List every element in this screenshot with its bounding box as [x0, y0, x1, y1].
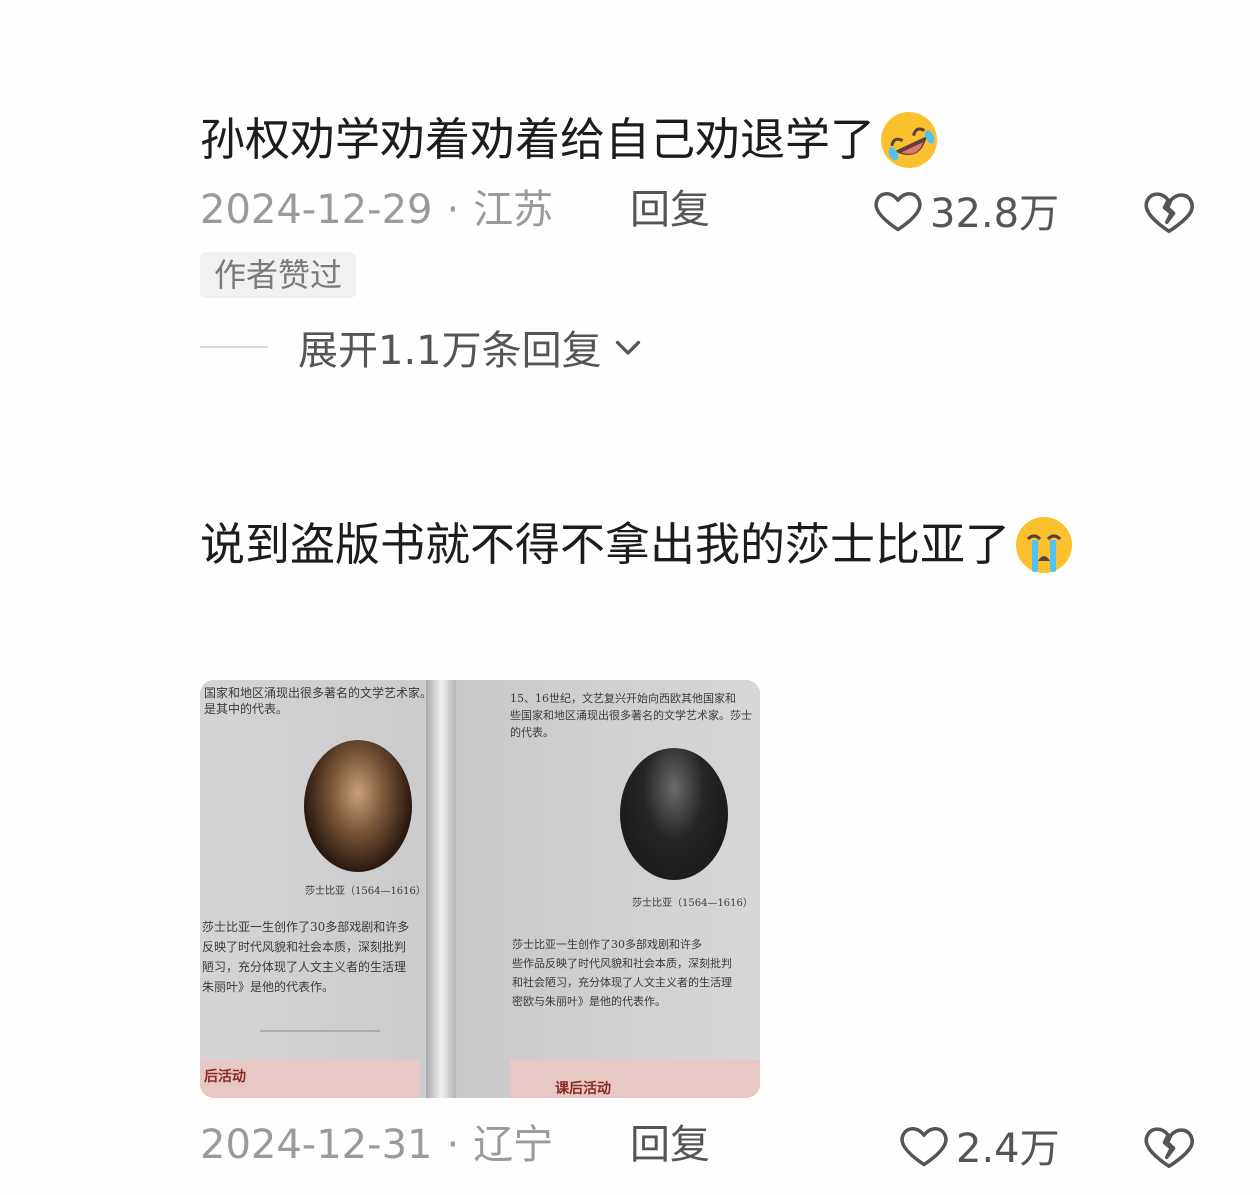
like-count: 2.4万 — [956, 1126, 1060, 1172]
shakespeare-portrait — [304, 740, 412, 872]
activity-banner — [510, 1060, 760, 1098]
heart-icon — [874, 192, 922, 232]
comment-text: 说到盗版书就不得不拿出我的莎士比亚了 — [200, 518, 1011, 571]
portrait-caption: 莎士比亚（1564—1616） — [632, 898, 753, 909]
activity-banner-label: 后活动 — [204, 1069, 246, 1085]
book-page-right — [444, 680, 760, 1098]
shakespeare-portrait-pirated — [620, 748, 728, 880]
comment-text-row: 说到盗版书就不得不拿出我的莎士比亚了 — [200, 505, 1200, 585]
page-text-line: 莎士比亚一生创作了30多部戏剧和许多 — [512, 938, 702, 951]
chevron-down-icon — [615, 340, 640, 355]
page-text-line: 的代表。 — [510, 726, 554, 739]
page-text-line: 陋习，充分体现了人文主义者的生活理 — [202, 960, 407, 974]
like-button[interactable]: 2.4万 — [898, 1115, 1060, 1175]
broken-heart-icon[interactable] — [1142, 184, 1196, 238]
page-text-line: 莎士比亚一生创作了30多部戏剧和许多 — [202, 920, 410, 934]
loudly-crying-emoji-icon — [1016, 517, 1073, 573]
activity-banner-label: 课后活动 — [555, 1081, 611, 1097]
comment-text-row: 孙权劝学劝着劝着给自己劝退学了 — [200, 100, 1200, 180]
divider-line — [200, 346, 268, 348]
comment-date-location: 2024-12-31 · 辽宁 — [200, 1115, 553, 1175]
page-text-line: 些作品反映了时代风貌和社会本质，深刻批判 — [512, 957, 732, 970]
page-text-line: 反映了时代风貌和社会本质，深刻批判 — [202, 940, 407, 954]
page-text-line: 朱丽叶》是他的代表作。 — [202, 980, 335, 994]
page-text-line: 15、16世纪，文艺复兴开始向西欧其他国家和 — [510, 692, 736, 705]
expand-replies-button[interactable]: 展开1.1万条回复 — [200, 312, 1200, 382]
dotted-rule — [260, 1030, 380, 1032]
page-text-line: 些国家和地区涌现出很多著名的文学艺术家。莎士 — [510, 709, 752, 722]
reply-button[interactable]: 回复 — [630, 180, 710, 240]
comment-item: 孙权劝学劝着劝着给自己劝退学了 2024-12-29 · 江苏 回复 32.8万 作… — [200, 100, 1200, 382]
book-spine — [426, 680, 456, 1098]
broken-heart-icon[interactable] — [1142, 1119, 1196, 1173]
rolling-laughing-emoji-icon — [881, 112, 938, 168]
comment-date: 2024-12-29 — [200, 187, 433, 233]
comment-meta: 2024-12-29 · 江苏 回复 32.8万 — [200, 180, 1200, 240]
comment-meta: 2024-12-31 · 辽宁 回复 2.4万 — [200, 1115, 1200, 1175]
heart-icon — [900, 1127, 948, 1167]
like-button[interactable]: 32.8万 — [872, 180, 1059, 240]
reply-button[interactable]: 回复 — [630, 1115, 710, 1175]
page-text-line: 密欧与朱丽叶》是他的代表作。 — [512, 995, 666, 1008]
page-text-line: 国家和地区涌现出很多著名的文学艺术家。 — [204, 686, 433, 700]
like-count: 32.8万 — [930, 191, 1060, 237]
comment-date-location: 2024-12-29 · 江苏 — [200, 180, 553, 240]
page-text-line: 是其中的代表。 — [204, 702, 289, 716]
comment-date: 2024-12-31 — [200, 1122, 433, 1168]
expand-replies-label: 展开1.1万条回复 — [298, 328, 602, 374]
comment-photo[interactable]: 国家和地区涌现出很多著名的文学艺术家。 是其中的代表。 15、16世纪，文艺复兴… — [200, 680, 760, 1098]
portrait-caption: 莎士比亚（1564—1616） — [305, 886, 426, 897]
author-liked-badge: 作者赞过 — [200, 252, 357, 298]
comment-item: 说到盗版书就不得不拿出我的莎士比亚了 国家和地区涌现出很多著名的文学艺术家。 是… — [200, 505, 1200, 1172]
page-text-line: 和社会陋习，充分体现了人文主义者的生活理 — [512, 976, 732, 989]
comment-location: 辽宁 — [473, 1122, 554, 1168]
separator-dot: · — [446, 1122, 460, 1168]
comment-text: 孙权劝学劝着劝着给自己劝退学了 — [200, 113, 876, 166]
comment-location: 江苏 — [473, 187, 554, 233]
separator-dot: · — [446, 187, 460, 233]
